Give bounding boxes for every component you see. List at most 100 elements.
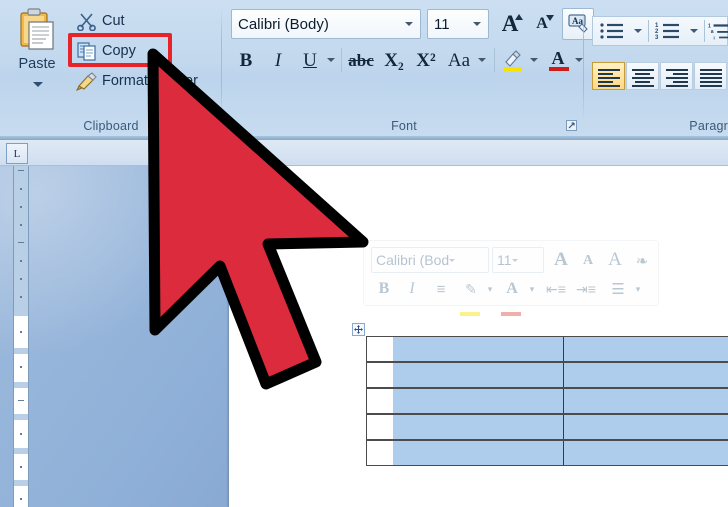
separator [494,48,495,72]
shrink-font-button[interactable]: A [527,9,557,39]
superscript-button[interactable]: X² [411,45,441,75]
mini-highlight-icon[interactable]: ✎ [459,277,483,301]
italic-button[interactable]: I [264,45,292,75]
mini-grow-font-icon[interactable]: A [548,247,574,273]
mini-floating-toolbar[interactable]: Calibri (Bod 11 A A A ❧ B I ≡ ✎ ▾ A ▾ ⇤≡ [363,240,659,306]
table-cell[interactable] [564,389,728,413]
subscript-icon: X₂ [384,49,404,71]
scissors-icon [76,11,98,32]
chevron-down-icon[interactable]: ▾ [632,279,644,299]
table-row[interactable] [366,362,728,388]
mini-font-color-swatch [501,312,521,316]
superscript-icon: X² [416,49,436,71]
mini-align-center-icon[interactable]: ≡ [429,277,453,301]
selected-table[interactable] [366,336,728,470]
table-cell[interactable] [393,363,563,387]
multilevel-list-button[interactable]: 1 a i [707,18,728,44]
mini-font-name-value: Calibri (Bod [376,252,450,268]
table-cell[interactable] [564,337,728,361]
group-separator [583,8,584,120]
group-separator [221,8,222,120]
copy-pages-icon [76,41,98,61]
align-left-button[interactable] [592,62,625,90]
grow-font-button[interactable]: A [494,9,526,39]
align-center-button[interactable] [626,62,659,90]
clipboard-dialog-launcher-icon[interactable] [204,119,216,131]
mini-format-painter-icon[interactable]: ❧ [630,249,654,273]
chevron-down-icon[interactable]: ▾ [526,279,538,299]
font-color-button[interactable]: A [544,45,572,75]
chevron-down-icon [530,58,538,62]
table-cell[interactable] [564,415,728,439]
ribbon: Paste Cut Copy Format Painter Clipboard … [0,0,728,140]
strikethrough-icon: abc [348,50,374,70]
table-row[interactable] [366,336,728,362]
table-cell[interactable] [393,337,563,361]
chevron-down-icon[interactable]: ▾ [484,279,496,299]
separator [341,48,342,72]
paste-button[interactable]: Paste [8,6,66,106]
mini-decrease-indent-icon[interactable]: ⇤≡ [544,277,568,301]
cut-button-label: Cut [102,13,125,29]
numbering-button[interactable]: 123 [651,18,685,44]
chevron-down-icon[interactable] [449,258,456,262]
table-cell[interactable] [564,363,728,387]
strikethrough-button[interactable]: abc [345,45,377,75]
separator [704,20,705,42]
subscript-button[interactable]: X₂ [379,45,409,75]
clipboard-group-label: Clipboard [83,119,139,133]
justify-button[interactable] [694,62,727,90]
table-cell[interactable] [564,441,728,465]
underline-dropdown-button[interactable] [324,45,338,75]
mini-font-size-combo[interactable]: 11 [492,247,544,273]
mini-bullets-icon[interactable]: ☰ [606,277,630,301]
align-right-button[interactable] [660,62,693,90]
document-workspace: Calibri (Bod 11 A A A ❧ B I ≡ ✎ ▾ A ▾ ⇤≡ [0,166,728,507]
highlight-dropdown-button[interactable] [527,45,541,75]
copy-button[interactable]: Copy [76,38,136,64]
chevron-down-icon[interactable] [405,22,413,26]
change-case-button[interactable]: Aa [443,45,475,75]
bullets-button[interactable] [595,18,629,44]
table-cell[interactable] [393,389,563,413]
mini-italic-icon[interactable]: I [401,277,423,301]
bold-icon: B [239,49,253,71]
font-name-combo[interactable]: Calibri (Body) [231,9,421,39]
numbering-dropdown-button[interactable] [687,20,701,42]
tab-stop-selector[interactable]: L [6,143,28,164]
font-size-combo[interactable]: 11 [427,9,489,39]
chevron-down-icon[interactable] [473,22,481,26]
mini-shrink-font-icon[interactable]: A [576,249,600,273]
ribbon-group-paragraph: 123 1 a i Paragr [586,2,728,136]
table-cell[interactable] [393,441,563,465]
mini-increase-indent-icon[interactable]: ⇥≡ [574,277,598,301]
mini-font-color-icon[interactable]: A [500,277,524,301]
font-dialog-launcher-icon[interactable] [566,119,578,131]
table-cell[interactable] [393,415,563,439]
svg-text:i: i [714,35,715,40]
cut-button[interactable]: Cut [76,8,125,34]
format-painter-button[interactable]: Format Painter [75,68,198,94]
underline-button[interactable]: U [296,45,324,75]
shrink-arrow-icon [546,15,554,21]
chevron-down-icon [478,58,486,62]
mini-font-name-combo[interactable]: Calibri (Bod [371,247,489,273]
paste-button-label: Paste [18,56,56,72]
mini-clear-formatting-icon[interactable]: A [602,247,628,273]
table-row[interactable] [366,414,728,440]
table-row[interactable] [366,388,728,414]
mini-bold-icon[interactable]: B [373,277,395,301]
document-page[interactable]: Calibri (Bod 11 A A A ❧ B I ≡ ✎ ▾ A ▾ ⇤≡ [229,166,728,507]
text-highlight-color-button[interactable] [499,45,527,75]
vertical-ruler[interactable] [13,166,29,507]
table-move-handle[interactable] [352,323,365,336]
paste-dropdown-arrow-icon[interactable] [33,82,43,87]
horizontal-ruler[interactable]: ▥ 1 ▥ 2 [0,140,728,302]
bullets-dropdown-button[interactable] [631,20,645,42]
column-divider [563,441,564,465]
table-row[interactable] [366,440,728,466]
bold-button[interactable]: B [232,45,260,75]
change-case-dropdown-button[interactable] [475,45,489,75]
chevron-down-icon[interactable] [511,258,518,262]
italic-icon: I [274,49,282,71]
